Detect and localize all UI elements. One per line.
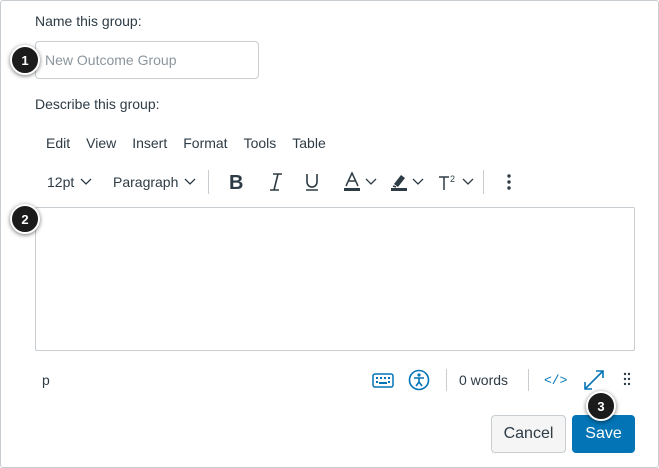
bold-icon: B	[229, 172, 243, 192]
keyboard-icon	[372, 373, 394, 388]
text-color-button[interactable]	[343, 166, 377, 198]
more-button[interactable]	[506, 166, 512, 198]
keyboard-shortcuts-button[interactable]	[372, 363, 394, 397]
accessibility-icon	[408, 369, 430, 391]
name-label: Name this group:	[35, 13, 142, 29]
menu-view[interactable]: View	[86, 135, 116, 151]
drag-handle-icon	[623, 372, 631, 386]
menu-insert[interactable]: Insert	[132, 135, 167, 151]
rich-content-editor[interactable]	[35, 207, 635, 351]
chevron-down-icon	[365, 178, 377, 185]
element-path[interactable]: p	[42, 363, 50, 397]
callout-1: 1	[10, 45, 40, 75]
group-name-input[interactable]	[35, 41, 259, 79]
fullscreen-icon	[584, 370, 604, 390]
bold-button[interactable]: B	[228, 166, 246, 198]
menu-table[interactable]: Table	[292, 135, 325, 151]
svg-text:B: B	[229, 172, 243, 192]
chevron-down-icon	[80, 178, 92, 185]
editor-toolbar: 12pt Paragraph B 2	[40, 166, 580, 198]
cancel-button[interactable]: Cancel	[491, 415, 566, 453]
font-size-value: 12pt	[47, 174, 75, 190]
block-format-value: Paragraph	[113, 174, 179, 190]
menu-tools[interactable]: Tools	[244, 135, 277, 151]
underline-icon	[306, 174, 318, 191]
superscript-button[interactable]: 2	[437, 166, 474, 198]
callout-2: 2	[10, 204, 40, 234]
text-color-icon	[344, 172, 360, 191]
describe-label: Describe this group:	[35, 96, 160, 112]
chevron-down-icon	[412, 178, 424, 185]
editor-statusbar: p 0 words </>	[35, 363, 639, 397]
italic-button[interactable]	[268, 166, 284, 198]
chevron-down-icon	[462, 178, 474, 185]
highlight-icon	[391, 175, 407, 191]
toolbar-divider	[483, 170, 484, 194]
accessibility-checker-button[interactable]	[408, 363, 430, 397]
font-size-dropdown[interactable]: 12pt	[47, 166, 92, 198]
toolbar-divider	[208, 170, 209, 194]
statusbar-divider	[528, 369, 529, 391]
svg-text:2: 2	[450, 174, 455, 184]
callout-3: 3	[586, 391, 616, 421]
chevron-down-icon	[184, 178, 196, 185]
menu-edit[interactable]: Edit	[46, 135, 70, 151]
block-format-dropdown[interactable]: Paragraph	[113, 166, 196, 198]
editor-menubar: Edit View Insert Format Tools Table	[46, 135, 342, 151]
italic-icon	[270, 173, 282, 191]
more-vertical-icon	[507, 174, 511, 190]
resize-handle[interactable]	[623, 363, 631, 397]
statusbar-divider	[446, 369, 447, 391]
underline-button[interactable]	[303, 166, 321, 198]
superscript-icon: 2	[439, 174, 455, 190]
html-editor-toggle[interactable]: </>	[544, 363, 567, 397]
word-count[interactable]: 0 words	[459, 363, 508, 397]
menu-format[interactable]: Format	[183, 135, 227, 151]
highlight-button[interactable]	[390, 166, 424, 198]
